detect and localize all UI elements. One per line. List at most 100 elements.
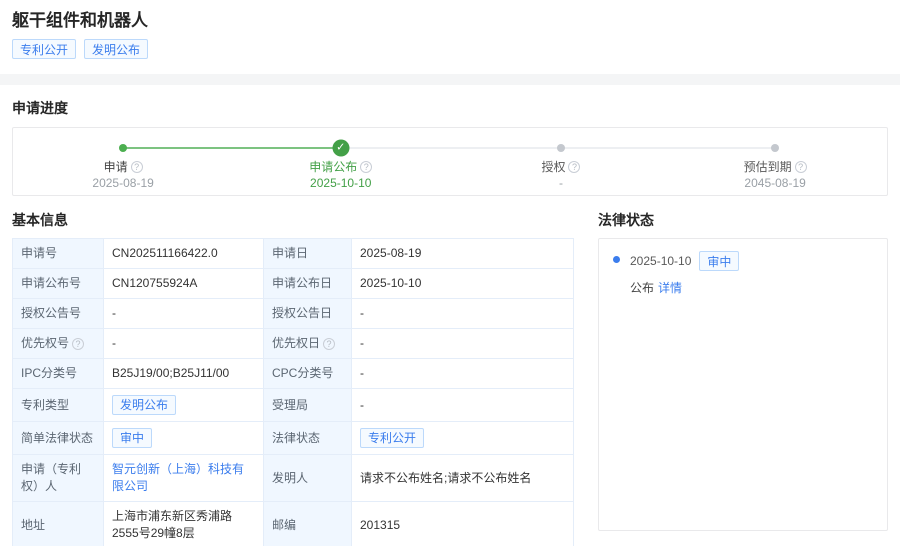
info-label-cell: 优先权号? <box>13 329 103 358</box>
help-icon[interactable]: ? <box>131 161 143 173</box>
bullet-icon <box>613 256 620 263</box>
info-value-cell: CN202511166422.0 <box>103 239 263 268</box>
section-divider <box>0 74 900 85</box>
progress-section: 申请进度 申请?2025-08-19 ✓ 申请公布?2025-10-10 授权?- 预估… <box>0 85 900 196</box>
info-label-cell: 申请号 <box>13 239 103 268</box>
page-title: 躯干组件和机器人 <box>12 10 888 32</box>
legal-status-line1: 2025-10-10 审中 <box>630 251 873 271</box>
status-tag-badge: 审中 <box>112 428 152 448</box>
help-icon[interactable]: ? <box>568 161 580 173</box>
timeline-node-pending <box>557 144 565 152</box>
info-label-cell: 优先权日? <box>263 329 351 358</box>
info-value-cell: 201315 <box>351 502 573 546</box>
table-row: 申请公布号CN120755924A申请公布日2025-10-10 <box>13 268 573 298</box>
legal-status-section: 法律状态 2025-10-10 审中公布详情 <box>598 210 888 546</box>
info-label-cell: IPC分类号 <box>13 359 103 388</box>
info-label-cell: 地址 <box>13 502 103 546</box>
timeline-node-current: ✓ <box>332 140 349 157</box>
timeline-node-done <box>119 144 127 152</box>
basic-info-section: 基本信息 申请号CN202511166422.0申请日2025-08-19申请公… <box>12 210 574 546</box>
timeline-progress <box>123 147 341 149</box>
main-content: 基本信息 申请号CN202511166422.0申请日2025-08-19申请公… <box>0 196 900 546</box>
detail-link[interactable]: 详情 <box>658 281 682 295</box>
step-name: 申请? <box>53 160 193 175</box>
step-name: 申请公布? <box>271 160 411 175</box>
step-dot-icon <box>771 144 779 152</box>
step-name: 预估到期? <box>705 160 845 175</box>
help-icon[interactable]: ? <box>72 338 84 350</box>
timeline-step-label: 授权?- <box>491 160 631 191</box>
table-row: 专利类型发明公布 受理局- <box>13 388 573 421</box>
title-tags: 专利公开发明公布 <box>12 39 888 59</box>
info-label-cell: 申请日 <box>263 239 351 268</box>
help-icon[interactable]: ? <box>360 161 372 173</box>
info-value-cell: 2025-08-19 <box>351 239 573 268</box>
legal-status-date: 2025-10-10 <box>630 254 691 268</box>
info-value-cell: CN120755924A <box>103 269 263 298</box>
info-label-cell: 受理局 <box>263 389 351 421</box>
info-label-cell: 授权公告日 <box>263 299 351 328</box>
help-icon[interactable]: ? <box>795 161 807 173</box>
table-row: 地址上海市浦东新区秀浦路2555号29幢8层邮编201315 <box>13 501 573 546</box>
info-label-cell: 专利类型 <box>13 389 103 421</box>
timeline-node-pending <box>771 144 779 152</box>
info-value-cell: - <box>351 299 573 328</box>
table-row: 授权公告号-授权公告日- <box>13 298 573 328</box>
check-circle-icon: ✓ <box>332 140 349 157</box>
step-dot-icon <box>557 144 565 152</box>
legal-status-panel: 2025-10-10 审中公布详情 <box>598 238 888 531</box>
step-date: 2025-08-19 <box>53 176 193 191</box>
table-row: 申请号CN202511166422.0申请日2025-08-19 <box>13 239 573 268</box>
info-label-cell: 简单法律状态 <box>13 422 103 454</box>
help-icon[interactable]: ? <box>323 338 335 350</box>
page-header: 躯干组件和机器人 专利公开发明公布 <box>0 0 900 59</box>
info-label-cell: 发明人 <box>263 455 351 501</box>
info-label-cell: 邮编 <box>263 502 351 546</box>
table-row: 申请（专利权）人智元创新（上海）科技有限公司发明人请求不公布姓名;请求不公布姓名 <box>13 454 573 501</box>
status-tag-badge: 专利公开 <box>360 428 424 448</box>
table-row: IPC分类号B25J19/00;B25J11/00CPC分类号- <box>13 358 573 388</box>
step-date: 2045-08-19 <box>705 176 845 191</box>
info-label-cell: 申请（专利权）人 <box>13 455 103 501</box>
info-value-cell: 专利公开 <box>351 422 573 454</box>
info-value-cell: - <box>351 389 573 421</box>
info-label-cell: 申请公布号 <box>13 269 103 298</box>
progress-heading: 申请进度 <box>12 98 888 118</box>
info-value-cell: - <box>351 329 573 358</box>
info-value-cell: - <box>103 329 263 358</box>
title-tag-badge: 发明公布 <box>84 39 148 59</box>
patent-detail-page: 躯干组件和机器人 专利公开发明公布 申请进度 申请?2025-08-19✓申请公… <box>0 0 900 546</box>
legal-status-tag-badge: 审中 <box>699 251 739 271</box>
info-value-cell: 发明公布 <box>103 389 263 421</box>
info-label-cell: 授权公告号 <box>13 299 103 328</box>
info-label-cell: 法律状态 <box>263 422 351 454</box>
step-dot-icon <box>119 144 127 152</box>
step-date: 2025-10-10 <box>271 176 411 191</box>
legal-status-heading: 法律状态 <box>598 210 888 230</box>
entity-link[interactable]: 智元创新（上海）科技有限公司 <box>112 461 255 495</box>
legal-status-line2: 公布详情 <box>630 279 873 296</box>
info-value-cell: 请求不公布姓名;请求不公布姓名 <box>351 455 573 501</box>
legal-status-item: 2025-10-10 审中公布详情 <box>613 251 873 296</box>
info-value-cell: 2025-10-10 <box>351 269 573 298</box>
basic-info-heading: 基本信息 <box>12 210 574 230</box>
basic-info-table: 申请号CN202511166422.0申请日2025-08-19申请公布号CN1… <box>12 238 574 546</box>
timeline-step-label: 申请?2025-08-19 <box>53 160 193 191</box>
info-label-cell: CPC分类号 <box>263 359 351 388</box>
timeline-step-label: 申请公布?2025-10-10 <box>271 160 411 191</box>
info-value-cell: 上海市浦东新区秀浦路2555号29幢8层 <box>103 502 263 546</box>
step-date: - <box>491 176 631 191</box>
info-value-cell: - <box>103 299 263 328</box>
step-name: 授权? <box>491 160 631 175</box>
table-row: 优先权号?-优先权日?- <box>13 328 573 358</box>
timeline: 申请?2025-08-19✓申请公布?2025-10-10授权?-预估到期?20… <box>12 127 888 196</box>
status-tag-badge: 发明公布 <box>112 395 176 415</box>
info-label-cell: 申请公布日 <box>263 269 351 298</box>
info-value-cell: 审中 <box>103 422 263 454</box>
info-value-cell: B25J19/00;B25J11/00 <box>103 359 263 388</box>
info-value-cell: 智元创新（上海）科技有限公司 <box>103 455 263 501</box>
info-value-cell: - <box>351 359 573 388</box>
table-row: 简单法律状态审中 法律状态专利公开 <box>13 421 573 454</box>
title-tag-badge: 专利公开 <box>12 39 76 59</box>
timeline-step-label: 预估到期?2045-08-19 <box>705 160 845 191</box>
